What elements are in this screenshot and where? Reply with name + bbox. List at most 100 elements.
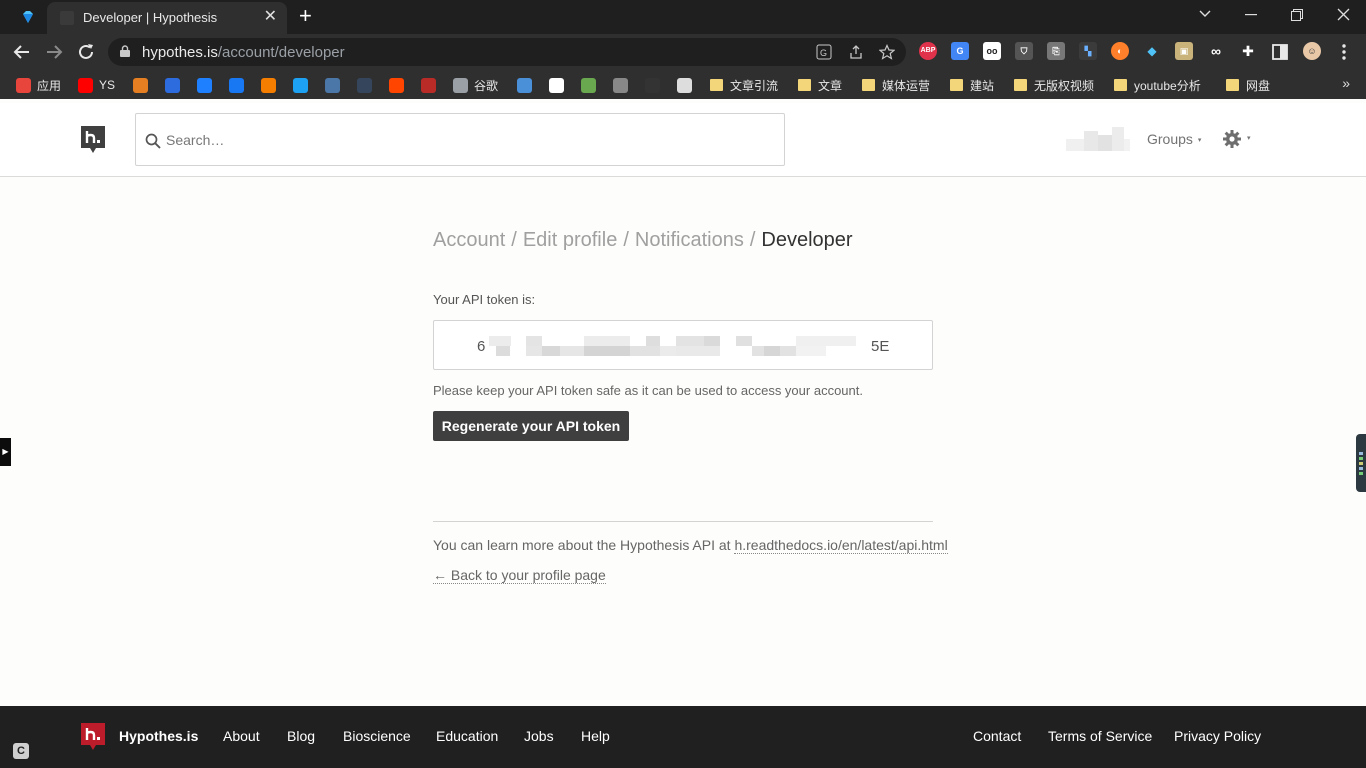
bookmark-item[interactable] (357, 76, 378, 94)
blocks-icon[interactable]: ▚ (1079, 42, 1097, 60)
diamond-extension-icon[interactable]: ◆ (1143, 42, 1161, 60)
minimize-icon[interactable] (1245, 14, 1257, 16)
restore-icon[interactable] (1291, 9, 1303, 21)
folder-icon (950, 79, 963, 91)
reload-icon[interactable] (75, 41, 97, 63)
groups-dropdown[interactable]: Groups ▾ (1147, 131, 1201, 147)
bookmark-item[interactable] (549, 76, 570, 94)
footer-link-education[interactable]: Education (436, 728, 498, 744)
url-text[interactable]: hypothes.is/account/developer (142, 44, 345, 61)
hypothesis-logo-icon[interactable] (81, 126, 105, 154)
bookmark-item[interactable] (133, 76, 154, 94)
settings-dropdown[interactable]: ▾ (1222, 129, 1256, 149)
bookmark-item[interactable] (229, 76, 250, 94)
bookmark-folder-label: 建站 (970, 78, 995, 93)
left-panel-toggle-icon[interactable]: ▶ (0, 438, 11, 466)
image-icon[interactable]: ▣ (1175, 42, 1193, 60)
hypothesis-footer-logo-icon[interactable] (81, 723, 105, 751)
footer-brand[interactable]: Hypothes.is (119, 728, 198, 744)
breadcrumb-account[interactable]: Account (433, 229, 505, 251)
regenerate-token-button[interactable]: Regenerate your API token (433, 411, 629, 441)
bookmark-item[interactable] (261, 76, 282, 94)
bookmark-folder[interactable]: 建站 (950, 76, 994, 94)
username-redacted[interactable] (1066, 125, 1130, 151)
breadcrumb: Account / Edit profile / Notifications / Devel… (433, 229, 853, 251)
bookmark-item[interactable] (197, 76, 218, 94)
footer-link-privacy-policy[interactable]: Privacy Policy (1174, 728, 1261, 744)
api-token-field[interactable]: 6 5E (433, 320, 933, 370)
bookmark-item[interactable] (677, 76, 698, 94)
bookmark-item[interactable]: YS (78, 76, 115, 94)
footer-link-jobs[interactable]: Jobs (524, 728, 554, 744)
search-box[interactable] (135, 113, 785, 166)
bookmark-item[interactable]: 谷歌 (453, 76, 498, 94)
tumblr-icon (357, 77, 372, 93)
translate-icon[interactable]: G (816, 44, 832, 60)
twitter-icon (293, 77, 308, 93)
bookmark-folder[interactable]: 无版权视频 (1014, 76, 1094, 94)
glasses-icon[interactable]: oo (983, 42, 1001, 60)
star-icon[interactable] (879, 44, 895, 60)
bookmark-item[interactable] (613, 76, 634, 94)
bookmark-item[interactable] (293, 76, 314, 94)
forward-arrow-icon[interactable] (43, 41, 65, 63)
folder-icon (798, 79, 811, 91)
footer-link-blog[interactable]: Blog (287, 728, 315, 744)
footer-link-help[interactable]: Help (581, 728, 610, 744)
bookmark-icon (581, 77, 596, 93)
adblock-icon[interactable]: ABP (919, 42, 937, 60)
tab-close-icon[interactable]: ✕ (264, 8, 277, 26)
bookmark-folder[interactable]: 文章引流 (710, 76, 778, 94)
tab-search-chevron-icon[interactable] (1199, 9, 1211, 19)
lock-icon[interactable] (120, 45, 130, 57)
share-icon[interactable] (848, 44, 864, 60)
footer-link-contact[interactable]: Contact (973, 728, 1021, 744)
bookmark-item[interactable] (389, 76, 410, 94)
section-divider (433, 521, 933, 522)
footer-link-terms-of-service[interactable]: Terms of Service (1048, 728, 1152, 744)
bookmark-folder[interactable]: youtube分析 (1114, 76, 1201, 94)
bookmarks-overflow-icon[interactable]: » (1342, 75, 1350, 91)
diamond-icon[interactable] (20, 9, 36, 25)
footer-link-about[interactable]: About (223, 728, 260, 744)
menu-dots-icon[interactable] (1333, 41, 1355, 63)
breadcrumb-current: Developer (761, 229, 853, 251)
sidebar-icon[interactable] (1269, 41, 1291, 63)
globe-icon (453, 77, 468, 93)
puzzle-icon[interactable]: ✚ (1239, 42, 1257, 60)
breadcrumb-notifications[interactable]: Notifications (635, 229, 744, 251)
back-arrow-icon[interactable] (11, 41, 33, 63)
gear-icon (1223, 130, 1241, 148)
bookmark-folder[interactable]: 文章 (798, 76, 842, 94)
bookmark-icon (517, 77, 532, 93)
bookmark-folder[interactable]: 媒体运营 (862, 76, 930, 94)
api-docs-link[interactable]: h.readthedocs.io/en/latest/api.html (734, 537, 948, 554)
search-input[interactable] (166, 130, 766, 150)
footer-link-bioscience[interactable]: Bioscience (343, 728, 411, 744)
right-panel-handle-icon[interactable] (1356, 434, 1366, 492)
bookmark-item[interactable]: 应用 (16, 76, 61, 94)
extension-tab-icon[interactable]: ⎘ (1047, 42, 1065, 60)
browser-tab-bar: Developer | Hypothesis ✕ + (0, 0, 1366, 34)
bookmark-item[interactable] (581, 76, 602, 94)
bookmarks-bar: 应用 YS 谷歌 文章引流 文章 媒体运营 建站 无版权视频 youtube分析 网盘 » (0, 70, 1366, 99)
bookmark-item[interactable] (517, 76, 538, 94)
link-icon[interactable]: ∞ (1207, 42, 1225, 60)
google-translate-icon[interactable]: G (951, 42, 969, 60)
shield-icon[interactable]: ⛉ (1015, 42, 1033, 60)
browser-tab-active[interactable]: Developer | Hypothesis ✕ (47, 2, 287, 34)
bookmark-item[interactable] (421, 76, 442, 94)
extension-c-icon[interactable]: C (13, 743, 29, 759)
breadcrumb-edit-profile[interactable]: Edit profile (523, 229, 618, 251)
window-close-icon[interactable] (1337, 8, 1350, 21)
new-tab-button[interactable]: + (299, 4, 312, 28)
bookmark-folder[interactable]: 网盘 (1226, 76, 1270, 94)
profile-avatar-icon[interactable]: ☺ (1303, 42, 1321, 60)
back-to-profile-link[interactable]: ← Back to your profile page (433, 567, 606, 584)
bookmark-item[interactable] (165, 76, 186, 94)
bookmark-item[interactable] (645, 76, 666, 94)
bookmark-item[interactable] (325, 76, 346, 94)
token-end: 5E (871, 338, 890, 355)
firefox-like-icon[interactable]: ◐ (1111, 42, 1129, 60)
address-bar[interactable]: hypothes.is/account/developer G (108, 38, 906, 66)
